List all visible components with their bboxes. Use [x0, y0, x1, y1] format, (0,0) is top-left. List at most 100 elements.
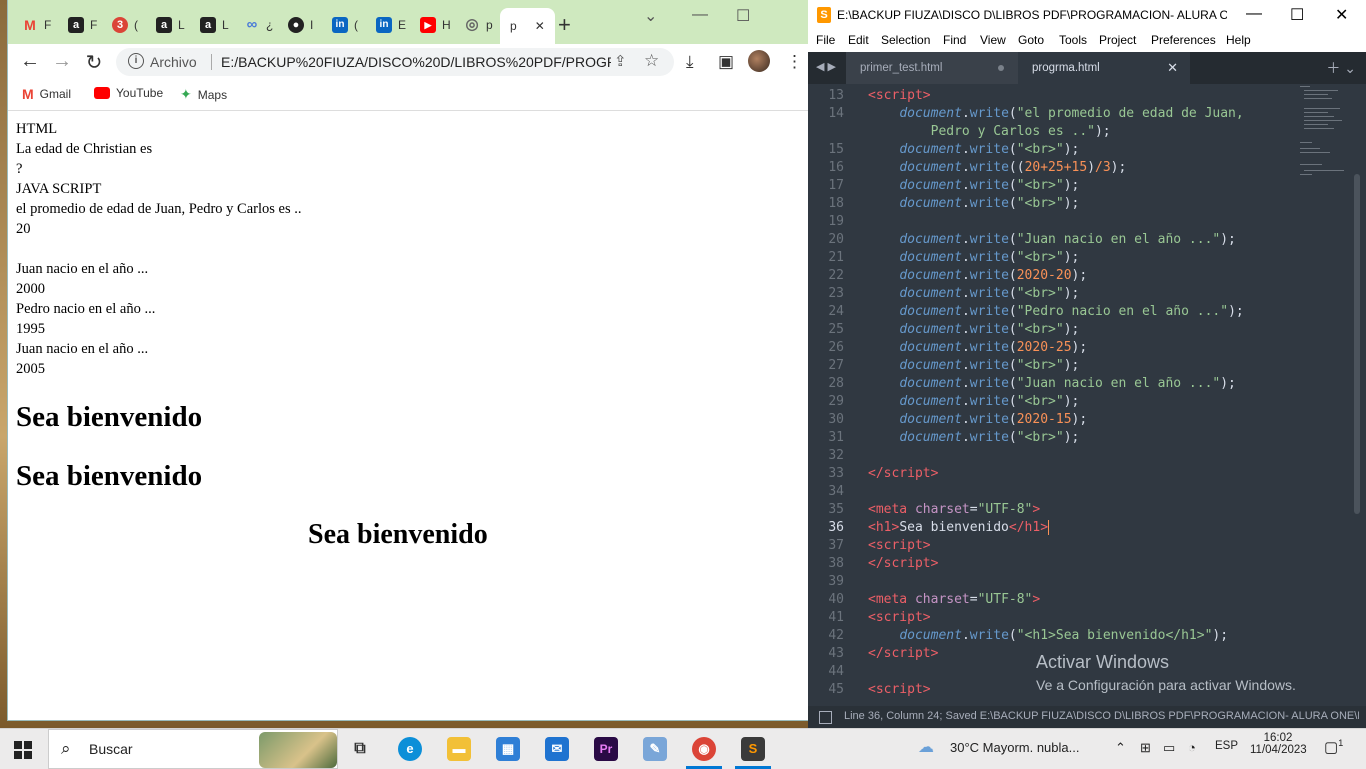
menu-icon[interactable]: ⋮ [786, 52, 803, 72]
address-bar[interactable]: i Archivo E:/BACKUP%20FIUZA/DISCO%20D/LI… [116, 48, 674, 76]
tab-alura[interactable]: aL [200, 10, 229, 40]
tab-label: ¿ [266, 18, 274, 32]
text-line: La edad de Christian es [16, 141, 153, 157]
premiere-icon[interactable]: Pr [594, 737, 618, 761]
reload-button[interactable]: ↻ [82, 50, 106, 75]
tab-globe[interactable]: ◎ p [464, 10, 492, 40]
mail-icon[interactable]: ✉ [545, 737, 569, 761]
taskbar: ⌕ Buscar ⧉ e ▬ ▦ ✉ Pr ✎ ◉ S ☁ 30°C Mayor… [0, 728, 1366, 769]
share-icon[interactable]: ⇪ [614, 52, 627, 70]
tab-label: E [398, 18, 407, 32]
minimize-button[interactable]: — [692, 6, 708, 24]
tab-alura[interactable]: aF [68, 10, 97, 40]
menu-bar: File Edit Selection Find View Goto Tools… [808, 30, 1366, 52]
tab-search-icon[interactable]: ⌄ [644, 6, 657, 26]
menu-edit[interactable]: Edit [848, 33, 869, 47]
clock[interactable]: 16:02 11/04/2023 [1250, 732, 1307, 756]
code-line: <meta charset="UTF-8"> [868, 592, 1041, 607]
tab-youtube[interactable]: ▶ H [420, 10, 451, 40]
unsaved-dot-icon[interactable] [998, 65, 1004, 71]
menu-tools[interactable]: Tools [1059, 33, 1087, 47]
new-tab-button[interactable]: + [558, 12, 571, 38]
bookmark-star-icon[interactable]: ☆ [644, 51, 659, 71]
line-number: 44 [828, 664, 844, 679]
battery-icon[interactable]: ▭ [1163, 740, 1175, 756]
bookmark-gmail[interactable]: M Gmail [22, 86, 71, 102]
wifi-icon[interactable]: ◔ [1188, 740, 1196, 755]
code-line: document.write("<br>"); [899, 430, 1080, 445]
tab-linkedin[interactable]: in E [376, 10, 406, 40]
code-line: </script> [868, 646, 939, 661]
menu-view[interactable]: View [980, 33, 1006, 47]
menu-file[interactable]: File [816, 33, 835, 47]
divider [211, 54, 212, 70]
windows-start-icon[interactable] [14, 741, 32, 759]
code-line: document.write("<br>"); [899, 358, 1080, 373]
line-number: 24 [828, 304, 844, 319]
tab-alura[interactable]: aL [156, 10, 185, 40]
close-icon[interactable]: ✕ [535, 19, 545, 33]
tab-chrome-notification[interactable]: 3( [112, 10, 138, 40]
bookmark-youtube[interactable]: YouTube [94, 86, 163, 100]
chrome-icon[interactable]: ◉ [686, 737, 722, 769]
sublime-icon[interactable]: S [735, 737, 771, 769]
tab-link[interactable]: ∞ ¿ [244, 10, 274, 40]
maximize-button[interactable]: ☐ [1290, 5, 1304, 25]
tab-progrma[interactable]: progrma.html ✕ [1018, 52, 1190, 84]
info-icon[interactable]: i [128, 53, 144, 69]
tab-gmail[interactable]: MF [22, 10, 51, 40]
file-explorer-icon[interactable]: ▬ [447, 737, 471, 761]
search-box[interactable]: ⌕ Buscar [48, 729, 338, 769]
tab-active[interactable]: p ✕ [500, 8, 555, 44]
tab-label: L [222, 18, 229, 32]
back-button[interactable]: ← [18, 50, 42, 73]
line-number: 31 [828, 430, 844, 445]
menu-help[interactable]: Help [1226, 33, 1251, 47]
maximize-button[interactable]: ☐ [736, 6, 750, 26]
edge-icon[interactable]: e [398, 737, 422, 761]
line-number: 33 [828, 466, 844, 481]
weather-text[interactable]: 30°C Mayorm. nubla... [950, 740, 1079, 755]
notifications-icon[interactable]: ▢1 [1324, 738, 1343, 756]
tab-nav-arrows-icon[interactable]: ◀▶ [816, 60, 839, 73]
tab-options-icon[interactable]: ＋ ⌄ [1326, 58, 1356, 78]
menu-preferences[interactable]: Preferences [1151, 33, 1216, 47]
line-number: 32 [828, 448, 844, 463]
side-panel-icon[interactable]: ▣ [718, 52, 734, 72]
bookmark-maps[interactable]: ✦ Maps [180, 86, 227, 103]
menu-goto[interactable]: Goto [1018, 33, 1044, 47]
download-icon[interactable]: ⤓ [686, 52, 694, 72]
code-editor[interactable]: 13 14 15 16 17 18 19 20 21 22 23 24 25 26 27 28 29 30 31 32… [808, 84, 1366, 706]
tab-github[interactable]: ● I [288, 10, 313, 40]
scrollbar[interactable] [1354, 174, 1360, 514]
tab-primer-test[interactable]: primer_test.html [846, 52, 1018, 84]
code-line: <script> [868, 538, 931, 553]
show-hidden-icons-icon[interactable]: ⌃ [1115, 740, 1126, 756]
tab-label: primer_test.html [860, 62, 943, 74]
heading-welcome: Sea bienvenido [16, 460, 203, 492]
weather-icon[interactable]: ☁ [918, 737, 934, 757]
line-number: 21 [828, 250, 844, 265]
text-line: el promedio de edad de Juan, Pedro y Car… [16, 201, 302, 217]
avatar[interactable] [748, 50, 770, 72]
linkedin-icon: in [376, 17, 392, 33]
task-view-icon[interactable]: ⧉ [348, 737, 372, 761]
language-indicator[interactable]: ESP [1215, 740, 1238, 752]
minimap[interactable] [1298, 84, 1353, 184]
network-device-icon[interactable]: ⊞ [1140, 740, 1151, 756]
url-text[interactable]: E:/BACKUP%20FIUZA/DISCO%20D/LIBROS%20PDF… [221, 54, 611, 70]
chrome-notification-icon: 3 [112, 17, 128, 33]
minimize-button[interactable]: — [1246, 5, 1262, 23]
forward-button[interactable]: → [50, 50, 74, 73]
store-icon[interactable]: ▦ [496, 737, 520, 761]
paint-icon[interactable]: ✎ [643, 737, 667, 761]
menu-project[interactable]: Project [1099, 33, 1136, 47]
tab-label: ( [134, 18, 138, 32]
close-icon[interactable]: ✕ [1167, 60, 1178, 76]
menu-selection[interactable]: Selection [881, 33, 930, 47]
close-button[interactable]: ✕ [1335, 5, 1348, 25]
menu-find[interactable]: Find [943, 33, 966, 47]
tab-linkedin[interactable]: in ( [332, 10, 358, 40]
panel-toggle-icon[interactable] [819, 711, 832, 724]
line-number: 43 [828, 646, 844, 661]
